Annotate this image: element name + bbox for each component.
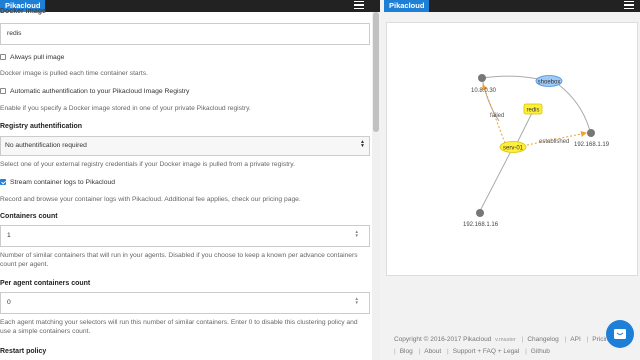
network-graph[interactable]: failed established 10.8.0.30 192.168.1.1… — [387, 23, 639, 277]
host-node[interactable] — [478, 74, 486, 82]
footer-link-support[interactable]: Support + FAQ + Legal — [453, 346, 520, 357]
top-navbar: Pikacloud — [0, 0, 380, 12]
footer-row-2: | Blog | About | Support + FAQ + Legal | Git… — [394, 346, 550, 357]
hamburger-menu-icon[interactable] — [624, 1, 634, 11]
copyright-text: Copyright © 2016-2017 Pikacloud — [394, 336, 492, 343]
footer-link-blog[interactable]: Blog — [400, 346, 413, 357]
always-pull-option[interactable]: Always pull image — [0, 54, 64, 61]
host-node[interactable] — [476, 209, 484, 217]
always-pull-hint: Docker image is pulled each time contain… — [0, 70, 148, 77]
topology-pane: Pikacloud failed established 10.8.0.30 1… — [384, 0, 640, 360]
service-form-pane: Pikacloud Docker image redis Always pull… — [0, 0, 380, 360]
top-navbar: Pikacloud — [384, 0, 640, 12]
containers-count-input[interactable]: 1 ▲ ▼ — [0, 225, 370, 247]
edge-shoebox-host2 — [558, 84, 591, 132]
footer-link-changelog[interactable]: Changelog — [527, 334, 558, 345]
registry-label: Registry authentification — [0, 123, 83, 130]
number-stepper-icon[interactable]: ▲ ▼ — [355, 229, 359, 238]
page-footer: Copyright © 2016-2017 Pikacloud v.master… — [394, 334, 624, 357]
containers-count-hint: Number of similar containers that will r… — [0, 252, 358, 268]
edge-label-established: established — [539, 139, 569, 145]
auto-auth-option[interactable]: Automatic authentification to your Pikac… — [0, 88, 189, 95]
edge-label-failed: failed — [490, 113, 504, 119]
always-pull-checkbox[interactable] — [0, 54, 6, 60]
auto-auth-checkbox[interactable] — [0, 88, 6, 94]
redis-tag-label: redis — [526, 108, 539, 114]
footer-row-1: Copyright © 2016-2017 Pikacloud v.master… — [394, 334, 624, 346]
shoebox-tag-label: shoebox — [538, 80, 561, 86]
image-field-label: Docker image — [0, 8, 46, 15]
edge-serv01-host3 — [479, 152, 511, 212]
hamburger-menu-icon[interactable] — [354, 1, 364, 11]
host-label: 192.168.1.16 — [463, 222, 499, 228]
per-agent-label: Per agent containers count — [0, 280, 91, 287]
registry-hint: Select one of your external registry cre… — [0, 161, 295, 168]
serv01-tag-label: serv-01 — [503, 146, 524, 152]
number-stepper-icon[interactable]: ▲ ▼ — [355, 296, 359, 305]
stream-logs-hint: Record and browse your container logs wi… — [0, 196, 301, 203]
network-graph-panel: failed established 10.8.0.30 192.168.1.1… — [386, 22, 638, 276]
scrollbar-thumb[interactable] — [373, 12, 379, 132]
host-label: 192.168.1.19 — [574, 142, 610, 148]
host-node[interactable] — [587, 129, 595, 137]
brand-logo[interactable]: Pikacloud — [384, 0, 430, 12]
footer-link-api[interactable]: API — [570, 334, 580, 345]
edge-redis-serv01 — [516, 112, 533, 144]
image-input[interactable]: redis — [0, 23, 370, 45]
host-label: 10.8.0.30 — [471, 88, 497, 94]
footer-link-github[interactable]: Github — [531, 346, 550, 357]
footer-link-about[interactable]: About — [424, 346, 441, 357]
registry-select[interactable]: No authentification required ▲ ▼ — [0, 136, 370, 156]
chat-icon — [614, 329, 626, 339]
chat-launcher-button[interactable] — [606, 320, 634, 348]
auto-auth-hint: Enable if you specify a Docker image sto… — [0, 105, 251, 112]
restart-policy-label: Restart policy — [0, 348, 47, 355]
select-arrows-icon: ▲ ▼ — [360, 139, 365, 149]
containers-count-label: Containers count — [0, 213, 58, 220]
scrollbar[interactable] — [372, 12, 380, 360]
version-text: v.master — [495, 337, 516, 343]
per-agent-input[interactable]: 0 ▲ ▼ — [0, 292, 370, 314]
stream-logs-checkbox[interactable] — [0, 179, 6, 185]
per-agent-hint: Each agent matching your selectors will … — [0, 319, 358, 335]
stream-logs-option[interactable]: Stream container logs to Pikacloud — [0, 179, 115, 186]
